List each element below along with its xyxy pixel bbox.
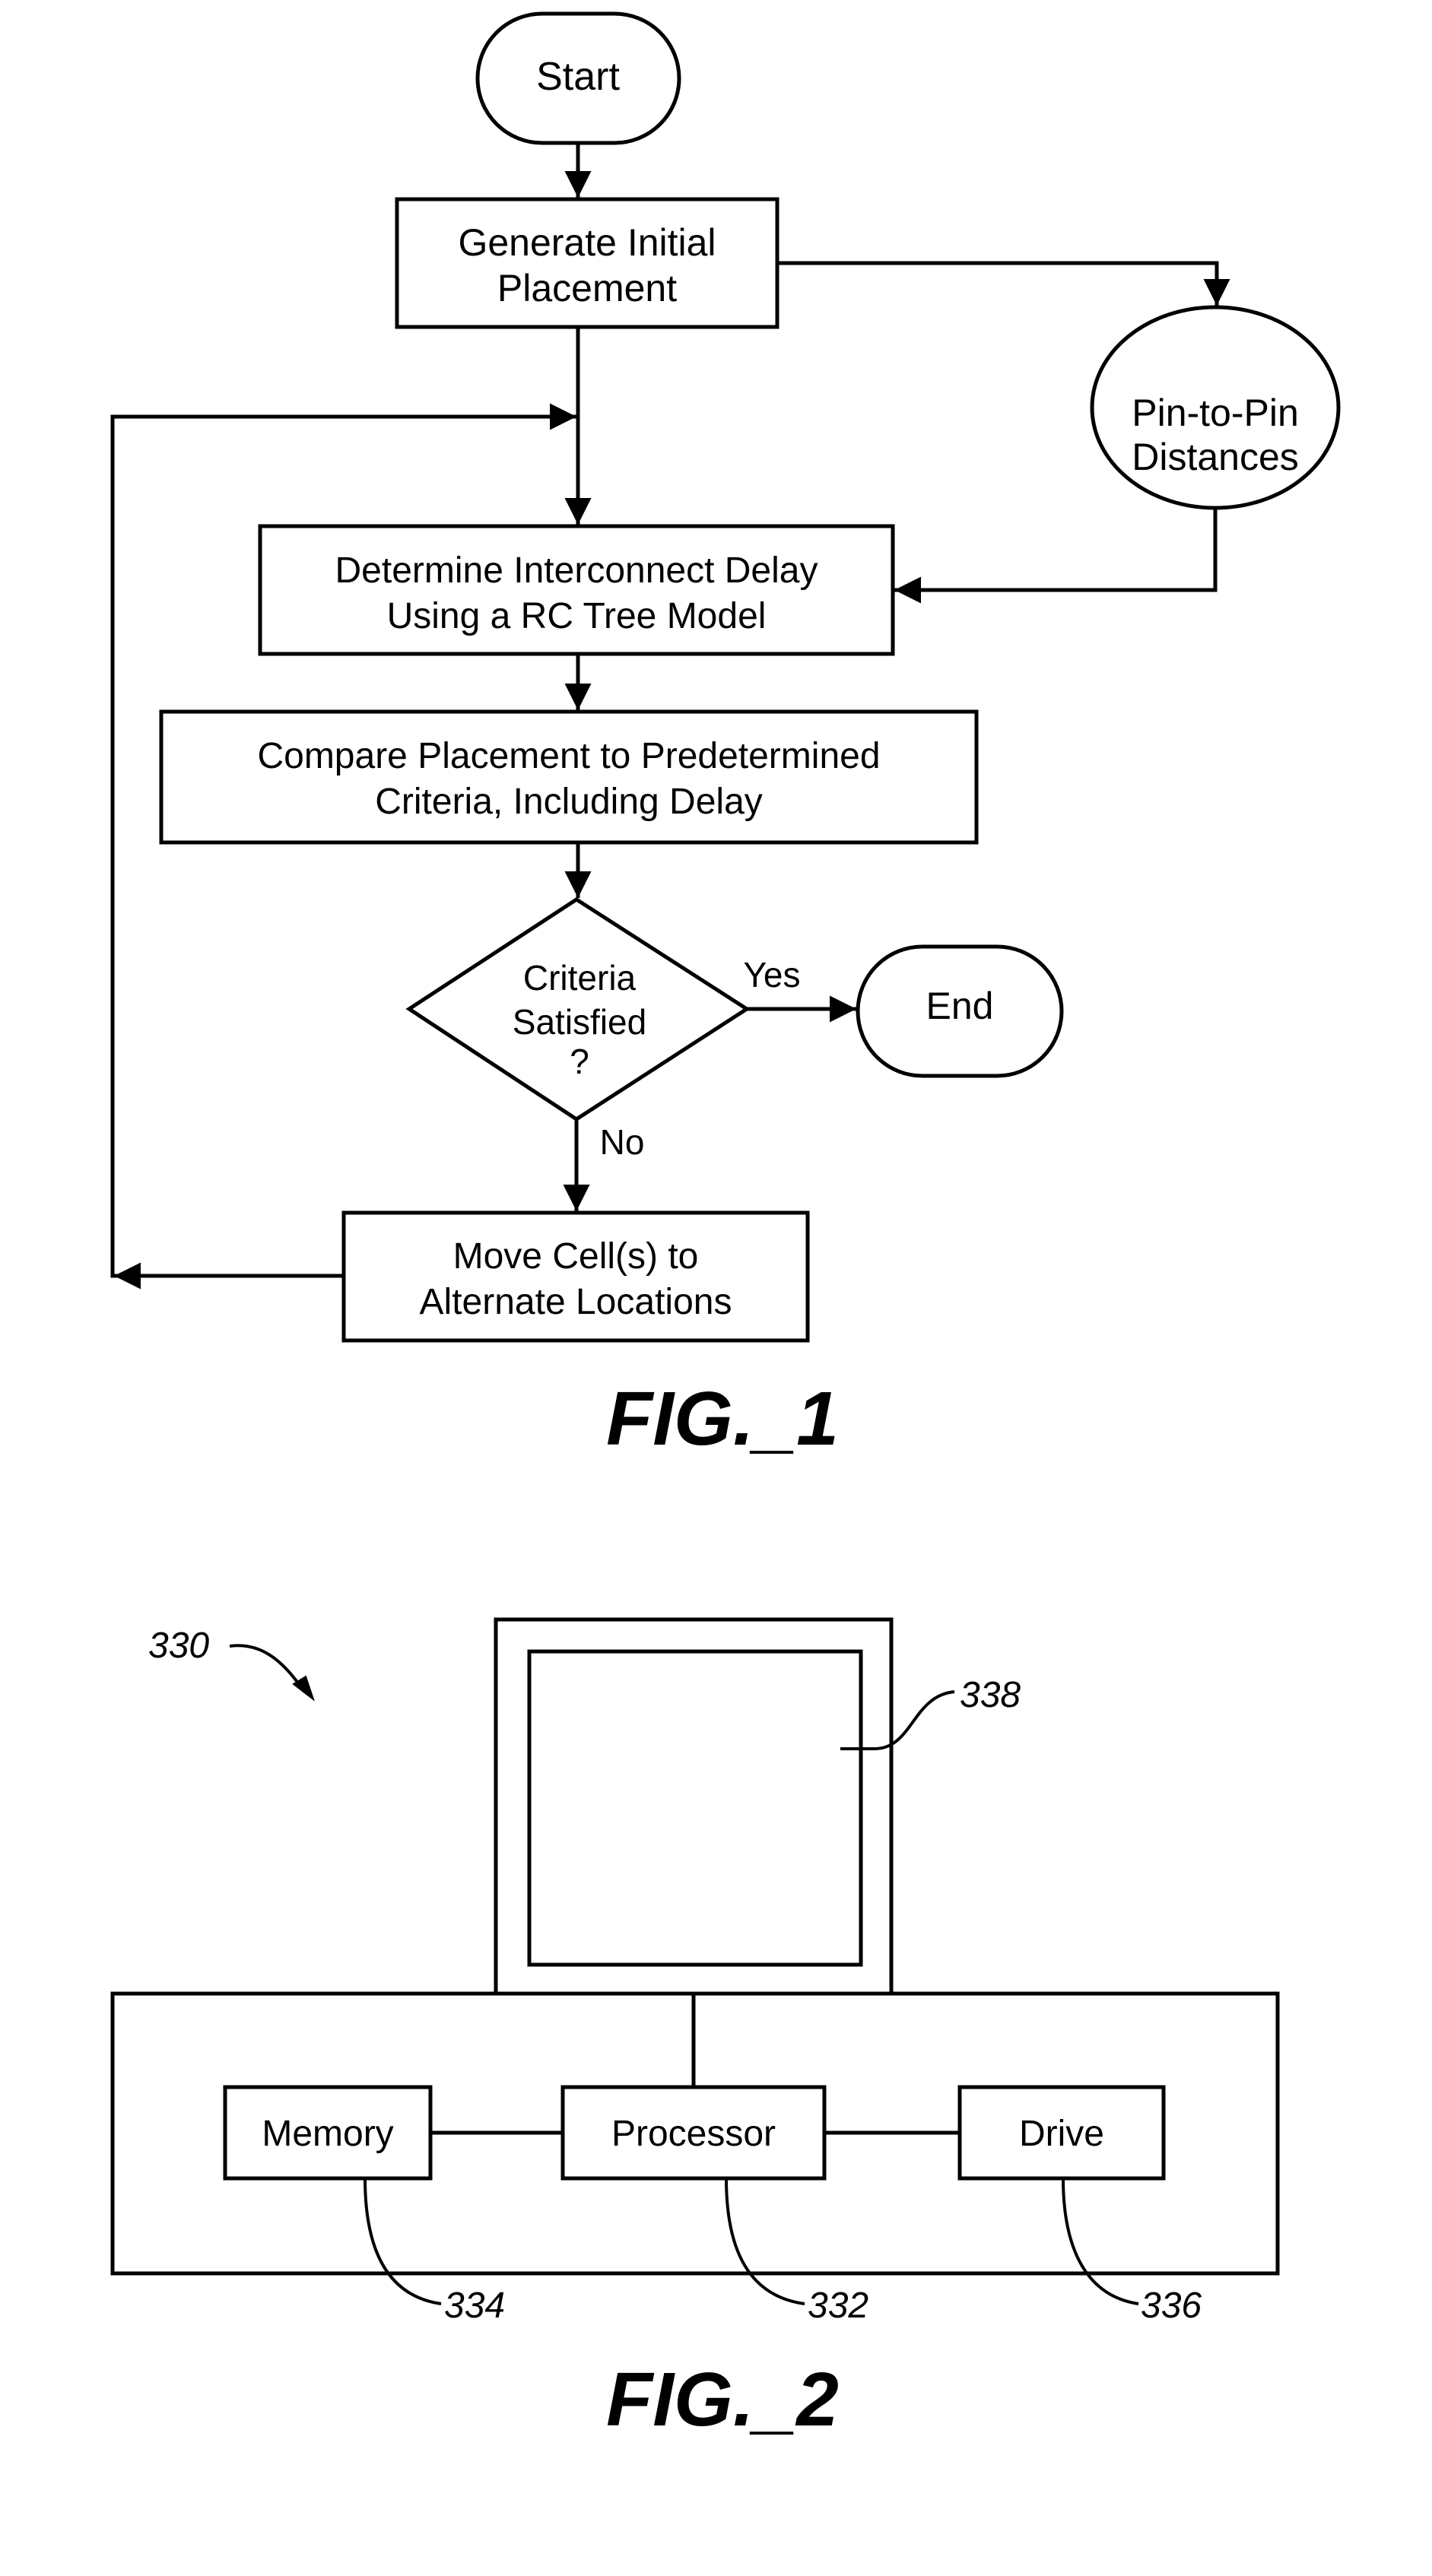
end-label: End bbox=[926, 985, 994, 1027]
edge-pins-determine bbox=[894, 508, 1218, 604]
ref-332: 332 bbox=[808, 2286, 868, 2326]
memory-label: Memory bbox=[262, 2114, 393, 2154]
patent-drawing-sheet: Start Generate Initial Placement Pin-to-… bbox=[110, 11, 1341, 2442]
figure-2-computer-system bbox=[110, 1617, 1280, 2305]
decision-label-line3: ? bbox=[570, 1042, 589, 1081]
ref-338: 338 bbox=[960, 1675, 1021, 1715]
decision-label-line1: Criteria bbox=[523, 958, 637, 998]
figure-2-caption: FIG._2 bbox=[606, 2357, 839, 2442]
edge-generate-pins bbox=[777, 261, 1230, 306]
ref-334: 334 bbox=[444, 2286, 505, 2326]
move-label-line2: Alternate Locations bbox=[420, 1282, 732, 1322]
figure-1-flowchart bbox=[110, 11, 1341, 1343]
ref-330: 330 bbox=[148, 1626, 209, 1666]
start-label: Start bbox=[536, 55, 620, 99]
processor-label: Processor bbox=[611, 2114, 776, 2154]
pins-label-line1: Pin-to-Pin bbox=[1132, 392, 1299, 434]
determine-label-line2: Using a RC Tree Model bbox=[387, 596, 767, 636]
display-screen bbox=[527, 1649, 863, 1967]
determine-label-line1: Determine Interconnect Delay bbox=[335, 550, 818, 591]
generate-label-line1: Generate Initial bbox=[458, 221, 716, 264]
figure-1-caption: FIG._1 bbox=[606, 1376, 839, 1461]
compare-placement-box bbox=[159, 709, 979, 845]
compare-label-line2: Criteria, Including Delay bbox=[375, 782, 763, 822]
move-label-line1: Move Cell(s) to bbox=[453, 1236, 699, 1277]
pins-label-line2: Distances bbox=[1132, 436, 1299, 478]
decision-label-line2: Satisfied bbox=[513, 1002, 646, 1042]
leader-330 bbox=[229, 1644, 306, 1693]
no-label: No bbox=[600, 1122, 645, 1162]
compare-label-line1: Compare Placement to Predetermined bbox=[257, 736, 880, 776]
ref-336: 336 bbox=[1141, 2286, 1202, 2326]
generate-label-line2: Placement bbox=[497, 267, 677, 309]
drive-label: Drive bbox=[1019, 2114, 1104, 2154]
yes-label: Yes bbox=[743, 955, 800, 995]
